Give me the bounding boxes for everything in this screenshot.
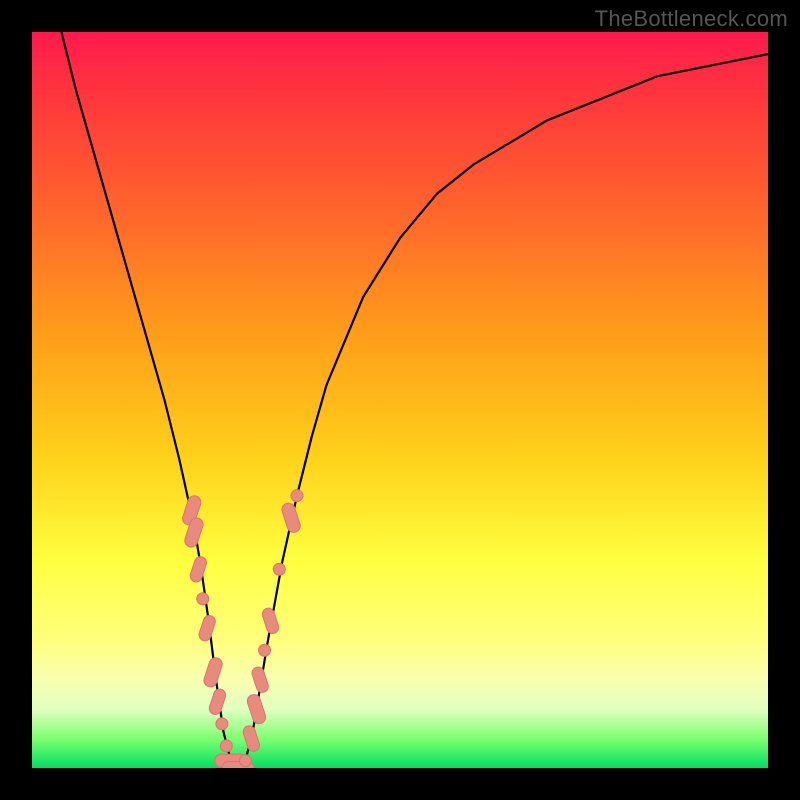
data-marker [246, 693, 268, 726]
data-marker [273, 563, 285, 575]
data-marker [239, 755, 251, 767]
data-marker [291, 490, 303, 502]
bottleneck-curve [61, 32, 768, 768]
watermark-text: TheBottleneck.com [595, 6, 788, 32]
data-marker [208, 688, 227, 716]
chart-plot-area [32, 32, 768, 768]
data-marker [220, 740, 232, 752]
data-marker [242, 724, 261, 752]
data-marker [197, 614, 216, 642]
data-marker [261, 607, 280, 635]
data-marker [216, 718, 228, 730]
chart-svg [32, 32, 768, 768]
markers-group [181, 490, 303, 768]
data-marker [250, 665, 269, 693]
data-marker [280, 501, 302, 534]
data-marker [189, 555, 208, 583]
data-marker [259, 644, 271, 656]
data-marker [202, 656, 224, 689]
chart-frame: TheBottleneck.com [0, 0, 800, 800]
data-marker [197, 593, 209, 605]
